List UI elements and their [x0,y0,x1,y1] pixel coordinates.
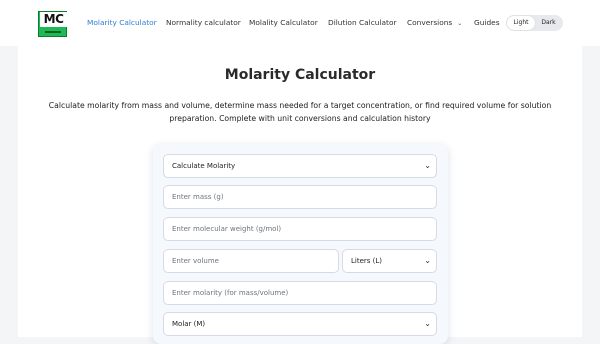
page-title: Molarity Calculator [224,67,376,83]
nav-link-normality-calculator[interactable]: Normality calculator [166,17,241,28]
chevron-down-icon: ⌄ [457,20,463,27]
theme-dark-button[interactable]: Dark [535,16,562,30]
page-description: Calculate molarity from mass and volume,… [48,101,552,123]
nav-link-dilution-calculator[interactable]: Dilution Calculator [328,17,397,28]
molarity-unit-select[interactable]: Molar (M) ⌄ [163,312,437,336]
chevron-down-icon: ⌄ [424,161,431,170]
theme-toggle[interactable]: Light Dark [506,15,563,31]
chevron-down-icon: ⌄ [424,319,431,328]
navbar: MC Molarity Calculator Normality calcula… [0,0,600,46]
chevron-down-icon: ⌄ [424,256,431,265]
site-logo[interactable]: MC [38,11,67,37]
volume-input[interactable]: Enter volume [163,249,339,273]
nav-link-molarity-calculator[interactable]: Molarity Calculator [87,17,157,28]
logo-text: MC [40,12,67,27]
molarity-input[interactable]: Enter molarity (for mass/volume) [163,281,437,305]
mass-input[interactable]: Enter mass (g) [163,185,437,209]
volume-unit-select[interactable]: Liters (L) ⌄ [342,249,437,273]
nav-link-guides[interactable]: Guides [474,17,500,28]
nav-link-conversions[interactable]: Conversions ⌄ [407,17,462,29]
calculation-mode-select[interactable]: Calculate Molarity ⌄ [163,154,437,178]
nav-link-conversions-label: Conversions [407,18,453,27]
volume-unit-value: Liters (L) [351,257,383,265]
nav-link-molality-calculator[interactable]: Molality Calculator [249,17,318,28]
molecular-weight-input[interactable]: Enter molecular weight (g/mol) [163,217,437,241]
molarity-unit-value: Molar (M) [172,320,206,328]
calculation-mode-value: Calculate Molarity [172,162,236,170]
logo-bar [45,31,61,33]
theme-light-button[interactable]: Light [507,16,535,30]
